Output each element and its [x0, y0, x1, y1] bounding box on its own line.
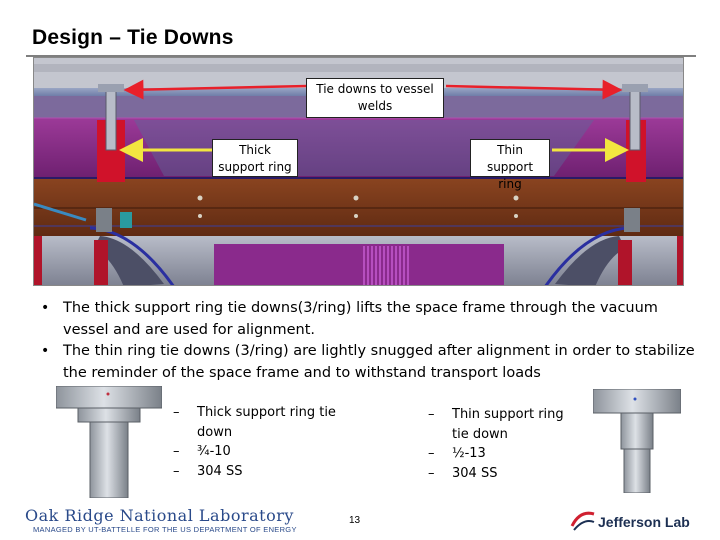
spec-item: – ½-13: [428, 444, 578, 464]
spec-text: Thick support ring tie down: [197, 405, 336, 440]
thick-tie-down-spec-list: – Thick support ring tie down – ¾-10 – 3…: [173, 403, 343, 481]
spec-item: – Thick support ring tie down: [173, 403, 343, 442]
slide-title: Design – Tie Downs: [32, 26, 234, 49]
bullet-text: The thick support ring tie downs(3/ring)…: [63, 300, 658, 338]
thin-tie-down-part-image: [592, 388, 682, 494]
spec-text: ½-13: [452, 446, 486, 461]
jefferson-lab-logo: Jefferson Lab: [570, 508, 695, 536]
spec-text: Thin support ring tie down: [452, 407, 564, 442]
jefferson-lab-name: Jefferson Lab: [598, 514, 690, 530]
spec-item: – ¾-10: [173, 442, 343, 462]
callout-welds-label: Tie downs to vessel welds: [306, 78, 444, 118]
dash-marker: –: [173, 444, 180, 459]
spec-item: – 304 SS: [173, 462, 343, 482]
bullet-text: The thin ring tie downs (3/ring) are lig…: [63, 343, 695, 381]
callout-thick-ring-label: Thick support ring: [212, 139, 298, 177]
page-number: 13: [349, 515, 361, 526]
dash-marker: –: [173, 405, 180, 420]
bullet-item: • The thick support ring tie downs(3/rin…: [40, 298, 700, 341]
bullet-item: • The thin ring tie downs (3/ring) are l…: [40, 341, 700, 384]
jefferson-lab-swoosh-icon: [570, 511, 595, 531]
thin-tie-down-spec-list: – Thin support ring tie down – ½-13 – 30…: [428, 405, 578, 483]
spec-text: 304 SS: [197, 463, 243, 479]
dash-marker: –: [428, 465, 435, 481]
spec-text: ¾-10: [197, 444, 231, 459]
callout-thin-ring-label: Thin support ring: [470, 139, 550, 191]
spec-text: 304 SS: [452, 465, 498, 481]
ornl-tagline: MANAGED BY UT-BATTELLE FOR THE US DEPART…: [33, 525, 297, 534]
spec-item: – Thin support ring tie down: [428, 405, 578, 444]
dash-marker: –: [173, 463, 180, 479]
ornl-logo: Oak Ridge National Laboratory MANAGED BY…: [25, 506, 297, 534]
dash-marker: –: [428, 446, 435, 461]
ornl-name: Oak Ridge National Laboratory: [25, 506, 294, 525]
bullet-marker: •: [41, 343, 50, 359]
bullet-list: • The thick support ring tie downs(3/rin…: [40, 298, 700, 384]
spec-item: – 304 SS: [428, 464, 578, 484]
bullet-marker: •: [41, 300, 50, 316]
dash-marker: –: [428, 407, 435, 422]
thick-tie-down-part-image: [55, 385, 163, 499]
